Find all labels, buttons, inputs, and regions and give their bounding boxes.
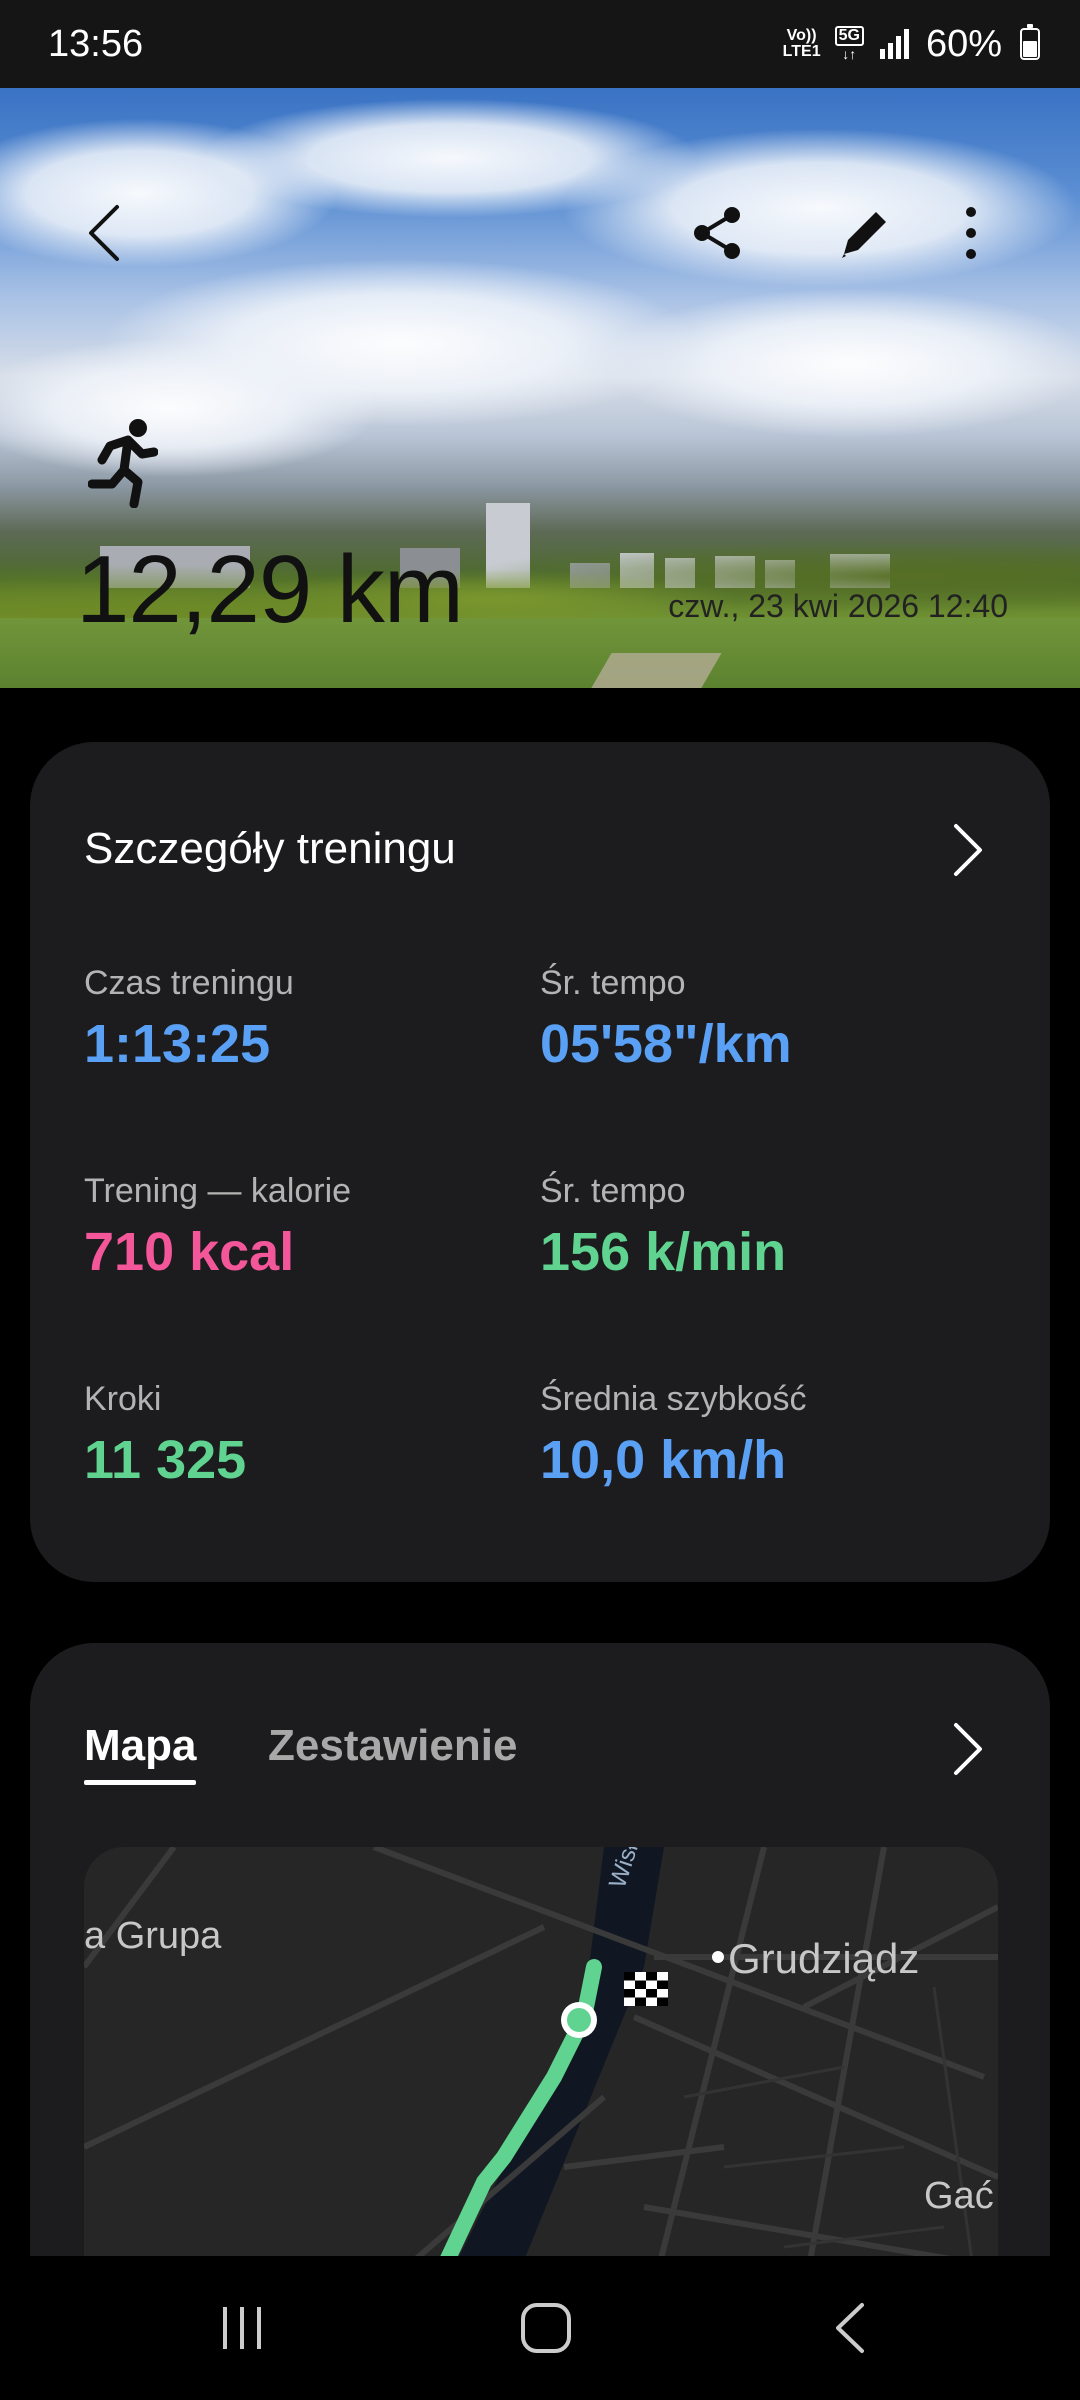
5g-label: 5G (834, 26, 864, 46)
workout-details-title: Szczegóły treningu (84, 824, 456, 873)
stat-steps: Kroki 11 325 (84, 1380, 246, 1491)
stat-workout-time: Czas treningu 1:13:25 (84, 964, 294, 1075)
stat-calories: Trening — kalorie 710 kcal (84, 1172, 351, 1283)
tab-map[interactable]: Mapa (84, 1721, 197, 1785)
workout-distance: 12,29 km (76, 536, 464, 643)
signal-icon (879, 29, 909, 59)
more-vertical-icon (966, 207, 976, 259)
workout-date: czw., 23 kwi 2026 12:40 (668, 588, 1008, 624)
cloud (600, 288, 1080, 438)
chevron-right-icon[interactable] (938, 820, 998, 880)
stat-avg-speed: Średnia szybkość 10,0 km/h (540, 1380, 806, 1491)
more-options-button[interactable] (926, 188, 1016, 278)
battery-fill (1023, 41, 1037, 57)
battery-icon (1020, 24, 1040, 60)
back-button[interactable] (60, 188, 150, 278)
share-icon (694, 207, 740, 259)
status-time: 13:56 (48, 22, 144, 65)
home-button[interactable] (506, 2296, 586, 2360)
edit-button[interactable] (820, 188, 910, 278)
stat-label: Śr. tempo (540, 1172, 686, 1210)
system-navigation-bar (0, 2256, 1080, 2400)
stat-label: Kroki (84, 1380, 162, 1418)
footpath (588, 653, 722, 688)
status-icons: Vo)) LTE1 5G ↓↑ 60% (783, 23, 1040, 66)
tab-summary[interactable]: Zestawienie (268, 1721, 517, 1771)
stat-value: 156 k/min (540, 1222, 787, 1282)
stat-value: 710 kcal (84, 1222, 295, 1282)
workout-details-card[interactable]: Szczegóły treningu Czas treningu 1:13:25… (30, 742, 1050, 1582)
stat-value: 1:13:25 (84, 1014, 271, 1074)
lte-label: LTE1 (782, 43, 821, 60)
stat-avg-cadence: Śr. tempo 156 k/min (540, 1172, 786, 1283)
recent-apps-button[interactable] (202, 2296, 282, 2360)
battery-percent: 60% (925, 22, 1002, 65)
share-button[interactable] (672, 188, 762, 278)
stat-avg-pace: Śr. tempo 05'58"/km (540, 964, 792, 1075)
5g-icon: 5G ↓↑ (834, 26, 864, 62)
volte-label: Vo)) (786, 27, 817, 44)
pencil-icon (842, 212, 886, 258)
stat-value: 05'58"/km (540, 1014, 792, 1074)
stat-label: Czas treningu (84, 964, 294, 1002)
stat-value: 11 325 (84, 1430, 247, 1490)
stat-label: Śr. tempo (540, 964, 686, 1002)
home-icon (521, 2303, 571, 2353)
back-icon (836, 2303, 864, 2353)
back-arrow-icon (89, 205, 119, 261)
chevron-right-icon[interactable] (938, 1719, 998, 1779)
map-label-place: a Grupa (84, 1915, 222, 1957)
data-arrows-icon: ↓↑ (842, 46, 857, 62)
nav-back-button[interactable] (810, 2296, 890, 2360)
workout-hero-image: 12,29 km czw., 23 kwi 2026 12:40 (0, 88, 1080, 688)
volte-icon: Vo)) LTE1 (783, 28, 821, 60)
stat-label: Średnia szybkość (540, 1380, 807, 1418)
stat-label: Trening — kalorie (84, 1172, 352, 1210)
status-bar: 13:56 Vo)) LTE1 5G ↓↑ 60% (0, 0, 1080, 88)
running-icon (88, 419, 158, 508)
map-label-city: Grudziądz (728, 1935, 920, 1982)
stat-value: 10,0 km/h (540, 1430, 787, 1490)
map-label-town: Gać (924, 2175, 994, 2217)
recent-apps-icon (223, 2307, 261, 2349)
